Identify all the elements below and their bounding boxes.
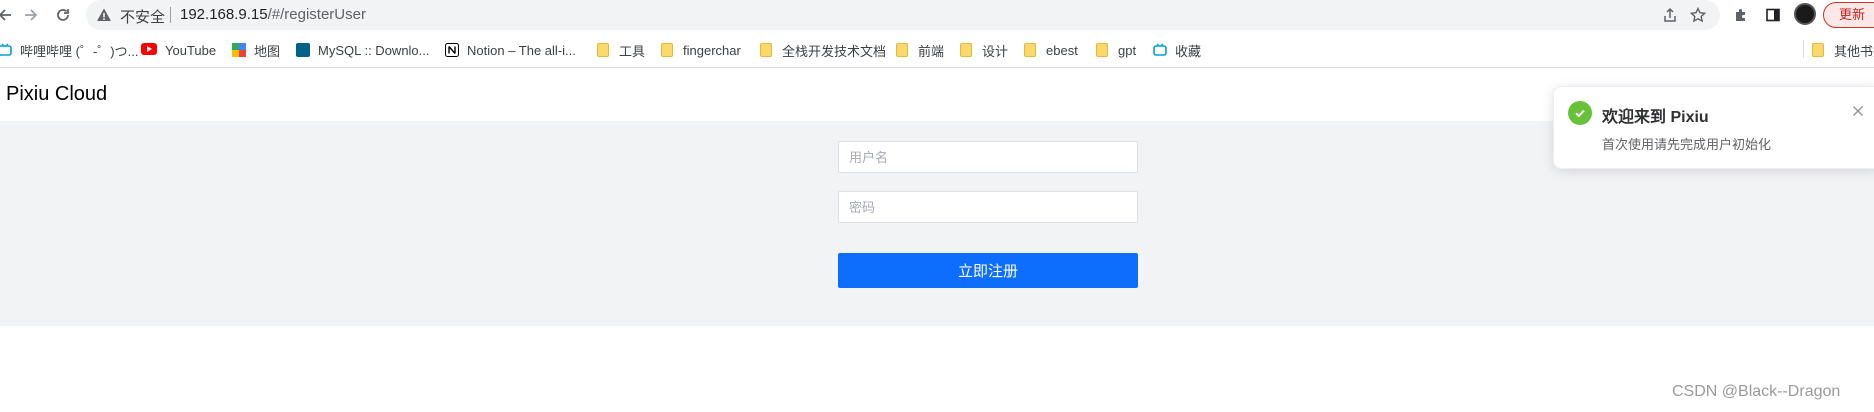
reload-icon[interactable]: [52, 4, 74, 26]
folder-icon: [896, 43, 908, 57]
back-arrow-icon[interactable]: [0, 4, 16, 26]
folder-icon: [960, 43, 972, 57]
folder-icon: [1024, 43, 1036, 57]
bookmark-star-icon[interactable]: [1688, 5, 1708, 25]
bookmark-folder-fingerchar[interactable]: fingerchar: [661, 40, 741, 60]
brand-title[interactable]: Pixiu Cloud: [6, 83, 107, 106]
folder-icon: [1096, 43, 1108, 57]
close-icon[interactable]: [1850, 103, 1866, 119]
bookmark-maps[interactable]: 地图: [232, 40, 280, 60]
bookmark-folder-gpt[interactable]: gpt: [1096, 40, 1136, 60]
bookmark-folder-ebest[interactable]: ebest: [1024, 40, 1078, 60]
success-check-icon: [1568, 101, 1592, 125]
bilibili-icon: [0, 43, 12, 57]
bookmark-favorites[interactable]: 收藏: [1153, 40, 1201, 60]
bookmark-label: ebest: [1046, 42, 1078, 58]
folder-icon: [661, 43, 673, 57]
watermark-text: CSDN @Black--Dragon: [1672, 383, 1841, 400]
other-bookmarks[interactable]: 其他书签: [1812, 40, 1874, 60]
folder-icon: [760, 43, 772, 57]
bookmark-folder-fullstack[interactable]: 全栈开发技术文档: [760, 40, 886, 60]
address-divider: [170, 7, 171, 23]
bookmark-bilibili[interactable]: 哔哩哔哩 (゜-゜)つ...: [0, 40, 138, 60]
bookmarks-divider: [1803, 40, 1804, 58]
bookmark-label: 前端: [918, 43, 945, 59]
mysql-icon: [296, 43, 310, 57]
bookmark-label: 哔哩哔哩 (゜-゜)つ...: [20, 43, 139, 59]
youtube-icon: [141, 43, 157, 57]
url-path: /#/registerUser: [267, 6, 366, 23]
bookmark-folder-frontend[interactable]: 前端: [896, 40, 944, 60]
extensions-icon[interactable]: [1731, 5, 1751, 25]
browser-toolbar: 不安全 192.168.9.15/#/registerUser 更新: [0, 0, 1874, 30]
side-panel-icon[interactable]: [1763, 5, 1783, 25]
notification-message: 首次使用请先完成用户初始化: [1602, 137, 1772, 152]
bookmark-mysql[interactable]: MySQL :: Downlo...: [296, 40, 430, 60]
bookmark-label: gpt: [1118, 42, 1137, 58]
bookmarks-bar: 哔哩哔哩 (゜-゜)つ... YouTube 地图 MySQL :: Downl…: [0, 30, 1874, 68]
welcome-notification: 欢迎来到 Pixiu 首次使用请先完成用户初始化: [1553, 86, 1874, 169]
bookmark-notion[interactable]: Notion – The all-i...: [445, 40, 576, 60]
folder-icon: [1812, 43, 1824, 57]
bookmark-label: 地图: [254, 43, 281, 59]
forward-arrow-icon[interactable]: [20, 4, 42, 26]
profile-avatar[interactable]: [1794, 3, 1816, 25]
bookmark-folder-design[interactable]: 设计: [960, 40, 1008, 60]
share-icon[interactable]: [1660, 5, 1680, 25]
bookmark-label: 工具: [619, 43, 646, 59]
bookmark-label: 全栈开发技术文档: [782, 43, 887, 59]
notification-title: 欢迎来到 Pixiu: [1602, 109, 1709, 126]
bookmark-label: Notion – The all-i...: [467, 42, 576, 58]
bookmark-label: 设计: [982, 43, 1009, 59]
url-text[interactable]: 192.168.9.15/#/registerUser: [180, 6, 366, 23]
bilibili-icon: [1153, 43, 1167, 57]
bookmark-folder-tools[interactable]: 工具: [597, 40, 645, 60]
bookmark-youtube[interactable]: YouTube: [141, 40, 216, 60]
address-bar[interactable]: 不安全 192.168.9.15/#/registerUser: [86, 0, 1720, 30]
url-host: 192.168.9.15: [180, 6, 268, 23]
folder-icon: [597, 43, 609, 57]
username-input[interactable]: [838, 141, 1138, 173]
register-button[interactable]: 立即注册: [838, 253, 1138, 288]
bookmark-label: MySQL :: Downlo...: [318, 42, 430, 58]
update-button[interactable]: 更新: [1823, 2, 1874, 28]
notion-icon: [445, 43, 459, 57]
maps-icon: [232, 43, 246, 57]
bookmark-label: 收藏: [1175, 43, 1202, 59]
password-input[interactable]: [838, 191, 1138, 223]
warning-icon[interactable]: [96, 7, 112, 28]
bookmark-label: 其他书签: [1834, 43, 1874, 59]
bookmark-label: YouTube: [165, 42, 217, 58]
security-label[interactable]: 不安全: [120, 6, 165, 27]
bookmark-label: fingerchar: [683, 42, 741, 58]
